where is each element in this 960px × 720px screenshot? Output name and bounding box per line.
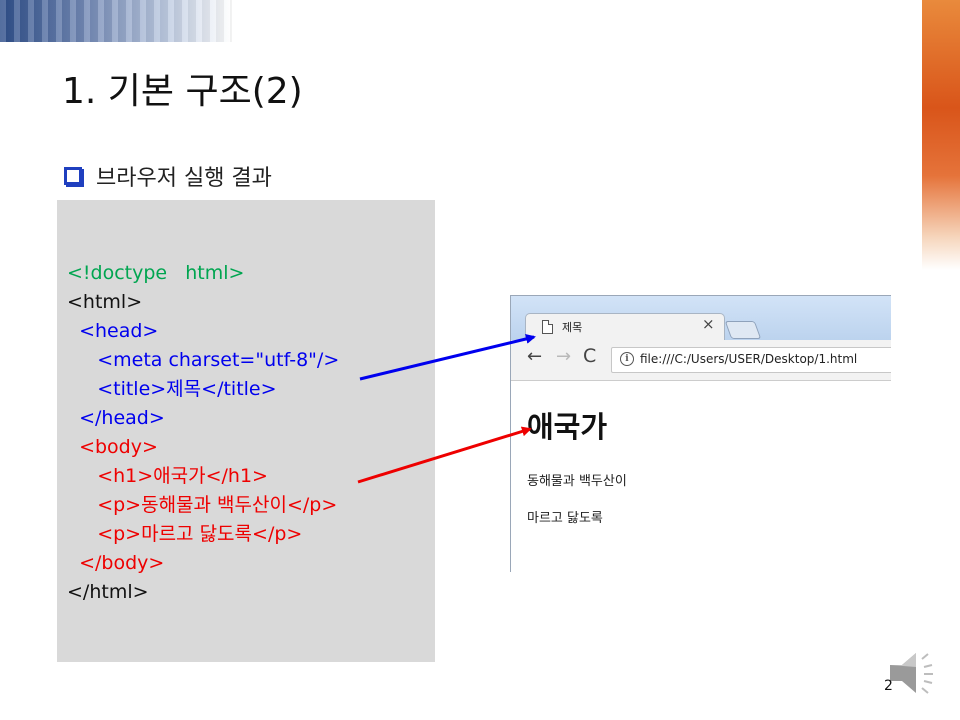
code-line-p1: <p>동해물과 백두산이</p> — [67, 494, 338, 516]
code-line-html-open: <html> — [67, 291, 143, 313]
code-line-title: <title>제목</title> — [67, 378, 277, 400]
side-decoration — [922, 0, 960, 270]
bullet-heading: 브라우저 실행 결과 — [64, 160, 272, 192]
code-line-p2: <p>마르고 닳도록</p> — [67, 523, 303, 545]
bullet-text: 브라우저 실행 결과 — [96, 166, 272, 191]
header-decoration — [0, 0, 232, 42]
code-line-body-close: </body> — [67, 552, 165, 574]
forward-arrow-icon[interactable]: → — [556, 346, 571, 367]
code-panel: <!doctype html> <html> <head> <meta char… — [57, 200, 435, 662]
address-bar[interactable]: i file:///C:/Users/USER/Desktop/1.html — [611, 347, 891, 373]
speaker-icon[interactable] — [886, 645, 942, 701]
checkbox-bullet-icon — [64, 167, 82, 185]
code-line-h1: <h1>애국가</h1> — [67, 465, 268, 487]
code-line-html-close: </html> — [67, 581, 149, 603]
back-arrow-icon[interactable]: ← — [527, 346, 542, 367]
page-number: 2 — [884, 678, 893, 694]
close-icon[interactable]: × — [702, 315, 715, 333]
tab-title: 제목 — [562, 321, 583, 334]
code-line-meta: <meta charset="utf-8"/> — [67, 349, 340, 371]
code-line-head-close: </head> — [67, 407, 165, 429]
reload-icon[interactable]: C — [583, 345, 596, 367]
page-icon — [542, 320, 553, 334]
page-paragraph-1: 동해물과 백두산이 — [527, 474, 627, 489]
new-tab-button[interactable] — [724, 321, 762, 339]
code-line-body-open: <body> — [67, 436, 158, 458]
browser-tab[interactable]: 제목 × — [525, 313, 725, 342]
code-line-head-open: <head> — [67, 320, 159, 342]
url-text: file:///C:/Users/USER/Desktop/1.html — [640, 352, 858, 366]
page-heading: 애국가 — [527, 410, 608, 444]
browser-tab-strip: 제목 × — [511, 296, 891, 342]
code-line-doctype: <!doctype html> — [67, 262, 245, 284]
info-icon[interactable]: i — [620, 352, 634, 366]
browser-toolbar: ← → C i file:///C:/Users/USER/Desktop/1.… — [511, 340, 891, 381]
slide-title: 1. 기본 구조(2) — [62, 71, 303, 112]
page-paragraph-2: 마르고 닳도록 — [527, 511, 603, 526]
browser-screenshot: 제목 × ← → C i file:///C:/Users/USER/Deskt… — [510, 295, 891, 572]
